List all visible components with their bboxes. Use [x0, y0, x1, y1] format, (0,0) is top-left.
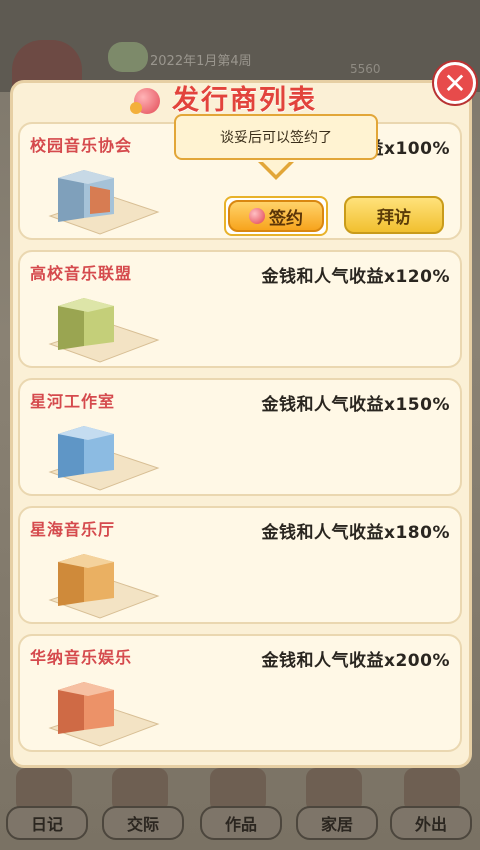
hint-tooltip: 谈妥后可以签约了 [174, 114, 378, 160]
close-button[interactable]: ✕ [434, 62, 476, 104]
publisher-card: 星海音乐厅 金钱和人气收益x180% [18, 506, 462, 624]
publisher-card: 高校音乐联盟 金钱和人气收益x120% [18, 250, 462, 368]
publisher-name: 高校音乐联盟 [30, 264, 133, 283]
building-icon [48, 426, 160, 491]
publisher-name: 星河工作室 [30, 392, 116, 411]
building-icon [48, 298, 160, 363]
publisher-card: 星河工作室 金钱和人气收益x150% [18, 378, 462, 496]
balloon-icon [249, 208, 265, 224]
publisher-card: 华纳音乐娱乐 金钱和人气收益x200% [18, 634, 462, 752]
money-display: 5560 [350, 62, 381, 76]
panel-title: 发行商列表 [172, 85, 317, 116]
publisher-name: 华纳音乐娱乐 [30, 648, 133, 667]
publisher-bonus: 金钱和人气收益x120% [261, 267, 450, 287]
visit-button[interactable]: 拜访 [344, 196, 444, 234]
publisher-bonus: 金钱和人气收益x150% [261, 395, 450, 415]
nav-home[interactable]: 家居 [296, 806, 378, 840]
building-icon [48, 682, 160, 747]
nav-diary[interactable]: 日记 [6, 806, 88, 840]
bottom-nav: 日记 交际 作品 家居 外出 [0, 760, 480, 850]
publisher-bonus: 金钱和人气收益x180% [261, 523, 450, 543]
balloon-icon [130, 80, 166, 116]
close-icon: ✕ [443, 66, 467, 100]
tooltip-arrow-fill [261, 160, 291, 175]
panel-header: 发行商列表 [130, 78, 317, 117]
publisher-name: 星海音乐厅 [30, 520, 116, 539]
emoji-bubble-icon [108, 42, 148, 72]
game-date: 2022年1月第4周 [150, 54, 252, 69]
nav-outing[interactable]: 外出 [390, 806, 472, 840]
building-icon [48, 554, 160, 619]
nav-social[interactable]: 交际 [102, 806, 184, 840]
nav-works[interactable]: 作品 [200, 806, 282, 840]
sign-button-face: 签约 [228, 200, 324, 232]
sign-label: 签约 [269, 208, 303, 229]
sign-button[interactable]: 签约 [224, 196, 328, 236]
building-icon [48, 170, 160, 235]
publisher-bonus: 金钱和人气收益x200% [261, 651, 450, 671]
publisher-name: 校园音乐协会 [30, 136, 133, 155]
